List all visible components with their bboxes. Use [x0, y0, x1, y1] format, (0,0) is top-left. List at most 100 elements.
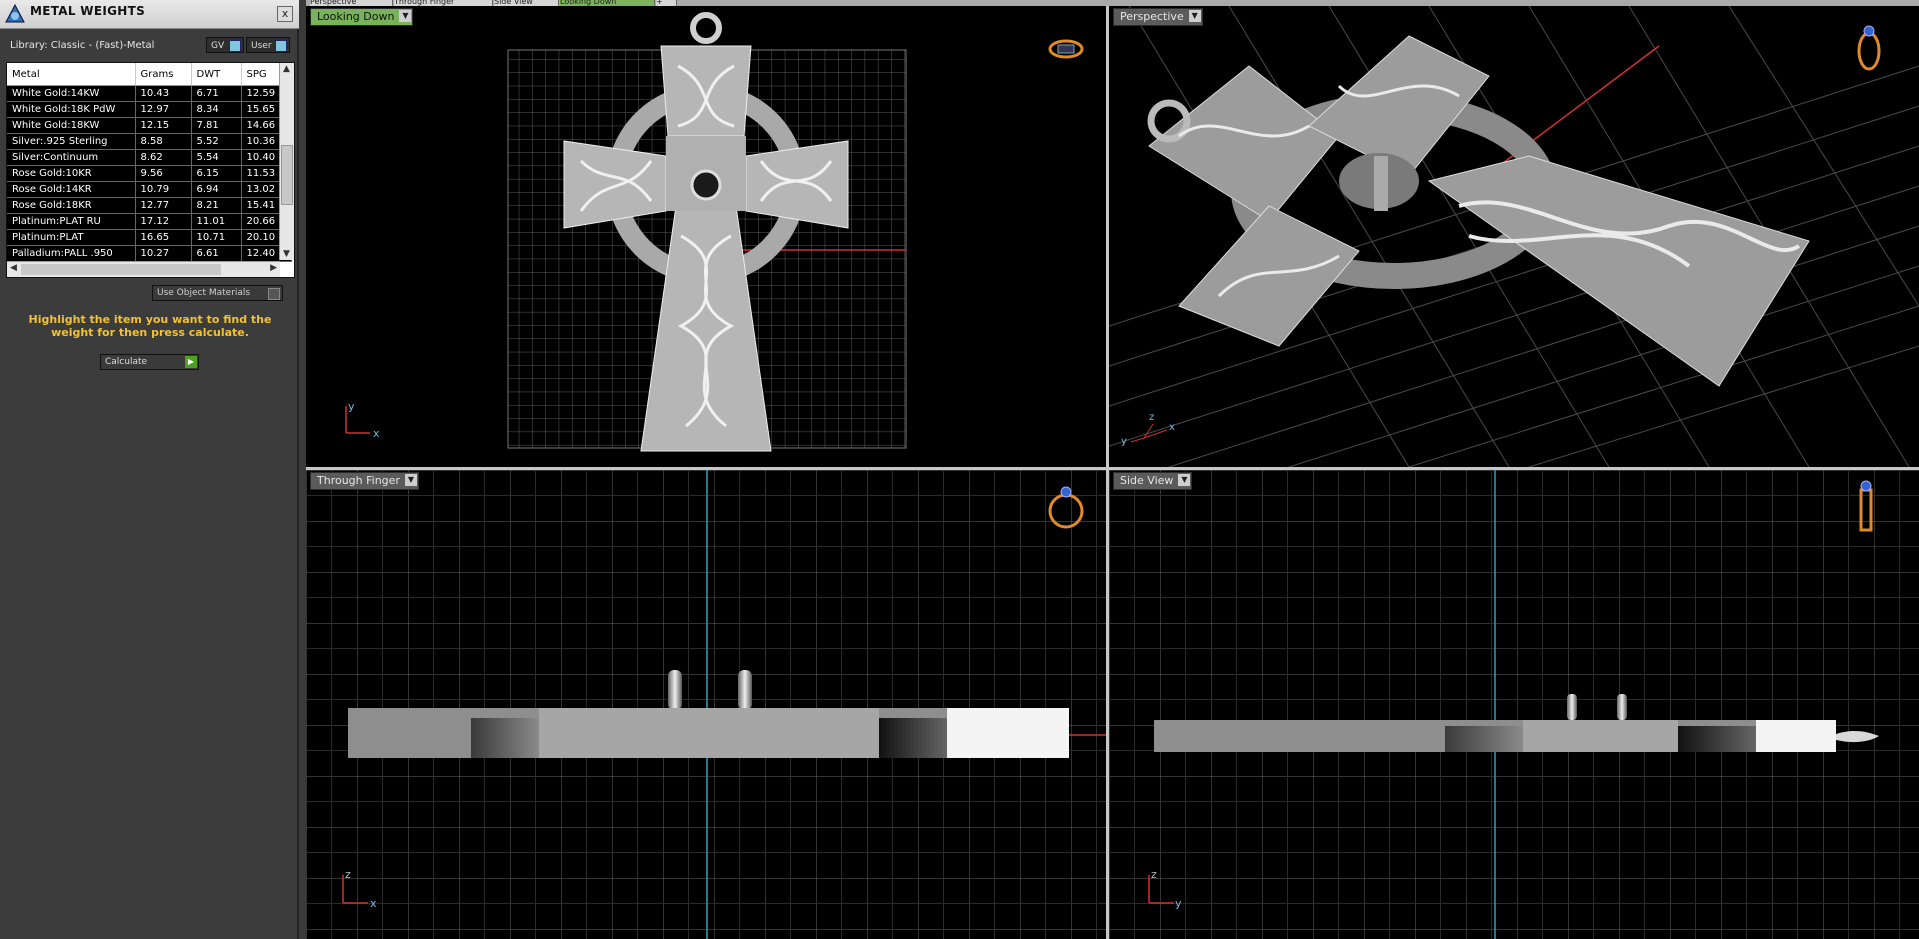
- table-row[interactable]: White Gold:18KW 12.15 7.81 14.66: [7, 117, 292, 134]
- cell-grams: 10.79: [135, 181, 192, 198]
- table-row[interactable]: Silver:Continuum 8.62 5.54 10.40: [7, 149, 292, 166]
- viewport-title: Through Finger: [317, 474, 400, 487]
- chevron-down-icon[interactable]: ▼: [1188, 10, 1201, 22]
- chevron-down-icon[interactable]: ▼: [399, 10, 412, 22]
- cell-metal: Rose Gold:14KR: [7, 181, 136, 198]
- user-checkbox[interactable]: [275, 40, 287, 52]
- cell-grams: 12.77: [135, 197, 192, 214]
- viewport-looking-down[interactable]: y x Looking Down ▼: [306, 6, 1106, 467]
- cell-grams: 16.65: [135, 229, 192, 246]
- y-axis-label: y: [1175, 897, 1182, 910]
- z-axis-label: z: [345, 868, 351, 881]
- celtic-cross-perspective: [1147, 35, 1810, 387]
- cell-dwt: 5.54: [191, 149, 242, 166]
- table-row[interactable]: Platinum:PLAT 16.65 10.71 20.10: [7, 229, 292, 246]
- chevron-down-icon[interactable]: ▼: [1178, 474, 1191, 486]
- scroll-down-icon[interactable]: ▼: [283, 249, 290, 259]
- table-row[interactable]: White Gold:14KW 10.43 6.71 12.59: [7, 85, 292, 102]
- column-header-dwt[interactable]: DWT: [191, 63, 242, 86]
- table-row[interactable]: Rose Gold:10KR 9.56 6.15 11.53: [7, 165, 292, 182]
- cell-dwt: 6.61: [191, 245, 242, 262]
- grid-plane: [306, 470, 1106, 939]
- viewport-title: Perspective: [1120, 10, 1184, 23]
- perspective-scene: z x y: [1109, 6, 1919, 467]
- cell-metal: Rose Gold:10KR: [7, 165, 136, 182]
- viewport-menu-looking-down[interactable]: Looking Down ▼: [310, 8, 414, 26]
- cell-metal: White Gold:18K PdW: [7, 101, 136, 118]
- x-axis-label: x: [370, 897, 377, 910]
- scroll-thumb[interactable]: [281, 145, 293, 205]
- cell-metal: Rose Gold:18KR: [7, 197, 136, 214]
- cell-metal: Platinum:PLAT: [7, 229, 136, 246]
- cell-grams: 10.27: [135, 245, 192, 262]
- y-axis-label: y: [348, 400, 355, 413]
- cell-metal: Palladium:PALL .950: [7, 245, 136, 262]
- scroll-left-icon[interactable]: ◀: [10, 263, 17, 273]
- cell-grams: 17.12: [135, 213, 192, 230]
- cell-dwt: 7.81: [191, 117, 242, 134]
- play-icon: ▶: [185, 356, 197, 368]
- scroll-right-icon[interactable]: ▶: [270, 263, 277, 273]
- gv-label: GV: [211, 41, 225, 51]
- viewport-menu-through-finger[interactable]: Through Finger ▼: [310, 472, 419, 490]
- gv-checkbox[interactable]: [229, 40, 241, 52]
- cell-grams: 10.43: [135, 85, 192, 102]
- viewport-title: Looking Down: [317, 10, 395, 23]
- viewport-splitter-vertical[interactable]: [1106, 6, 1109, 939]
- ring-gizmo-icon[interactable]: [1048, 39, 1084, 59]
- chevron-down-icon[interactable]: ▼: [404, 474, 417, 486]
- viewport-through-finger[interactable]: z x Through Finger ▼: [306, 470, 1106, 939]
- viewport-title: Side View: [1120, 474, 1174, 487]
- looking-down-scene: y x: [345, 12, 1084, 452]
- cell-dwt: 10.71: [191, 229, 242, 246]
- calculate-label: Calculate: [105, 357, 148, 367]
- viewport-menu-perspective[interactable]: Perspective ▼: [1113, 8, 1203, 26]
- table-row[interactable]: Rose Gold:18KR 12.77 8.21 15.41: [7, 197, 292, 214]
- metal-table: Metal Grams DWT SPG White Gold:14KW 10.43…: [7, 63, 292, 262]
- z-axis-label: z: [1151, 868, 1157, 881]
- panel-titlebar: METAL WEIGHTS x: [0, 0, 299, 29]
- library-label: Library: Classic - (Fast)-Metal: [10, 40, 155, 51]
- h-scroll-thumb[interactable]: [21, 264, 221, 275]
- axis-triad-icon: y x: [345, 400, 380, 440]
- gv-toggle[interactable]: GV: [206, 37, 244, 53]
- cell-metal: Silver:.925 Sterling: [7, 133, 136, 150]
- table-row[interactable]: Platinum:PLAT RU 17.12 11.01 20.66: [7, 213, 292, 230]
- table-vertical-scrollbar[interactable]: ▲ ▼: [279, 63, 294, 260]
- use-object-materials-toggle[interactable]: Use Object Materials: [152, 285, 283, 301]
- user-toggle[interactable]: User: [246, 37, 290, 53]
- user-label: User: [251, 41, 272, 51]
- cell-grams: 8.58: [135, 133, 192, 150]
- column-header-grams[interactable]: Grams: [135, 63, 192, 86]
- table-row[interactable]: Silver:.925 Sterling 8.58 5.52 10.36: [7, 133, 292, 150]
- grid-plane: [1109, 470, 1919, 939]
- cell-grams: 9.56: [135, 165, 192, 182]
- cell-grams: 12.97: [135, 101, 192, 118]
- calculate-button[interactable]: Calculate ▶: [100, 354, 199, 370]
- cell-dwt: 5.52: [191, 133, 242, 150]
- ring-gizmo-icon[interactable]: [1857, 25, 1881, 71]
- table-row[interactable]: White Gold:18K PdW 12.97 8.34 15.65: [7, 101, 292, 118]
- use-object-materials-checkbox[interactable]: [268, 288, 280, 300]
- table-row[interactable]: Palladium:PALL .950 10.27 6.61 12.40: [7, 245, 292, 262]
- viewport-splitter-horizontal[interactable]: [306, 467, 1919, 470]
- table-row[interactable]: Rose Gold:14KR 10.79 6.94 13.02: [7, 181, 292, 198]
- cell-dwt: 6.71: [191, 85, 242, 102]
- instruction-text: Highlight the item you want to find the …: [28, 313, 272, 339]
- cell-metal: White Gold:18KW: [7, 117, 136, 134]
- close-button[interactable]: x: [277, 6, 293, 22]
- scroll-up-icon[interactable]: ▲: [283, 64, 290, 74]
- viewport-side-view[interactable]: z y Side View ▼: [1109, 470, 1919, 939]
- viewport-menu-side-view[interactable]: Side View ▼: [1113, 472, 1193, 490]
- table-header-row: Metal Grams DWT SPG: [7, 63, 292, 86]
- x-axis-label: x: [1169, 422, 1175, 433]
- cell-grams: 12.15: [135, 117, 192, 134]
- cell-dwt: 6.94: [191, 181, 242, 198]
- y-axis-label: y: [1121, 436, 1127, 447]
- column-header-metal[interactable]: Metal: [7, 63, 136, 86]
- viewport-perspective[interactable]: z x y Perspective ▼: [1109, 6, 1919, 467]
- table-horizontal-scrollbar[interactable]: ◀ ▶: [7, 261, 280, 277]
- cell-metal: Silver:Continuum: [7, 149, 136, 166]
- app-logo-icon: [5, 3, 25, 23]
- x-axis-label: x: [373, 427, 380, 440]
